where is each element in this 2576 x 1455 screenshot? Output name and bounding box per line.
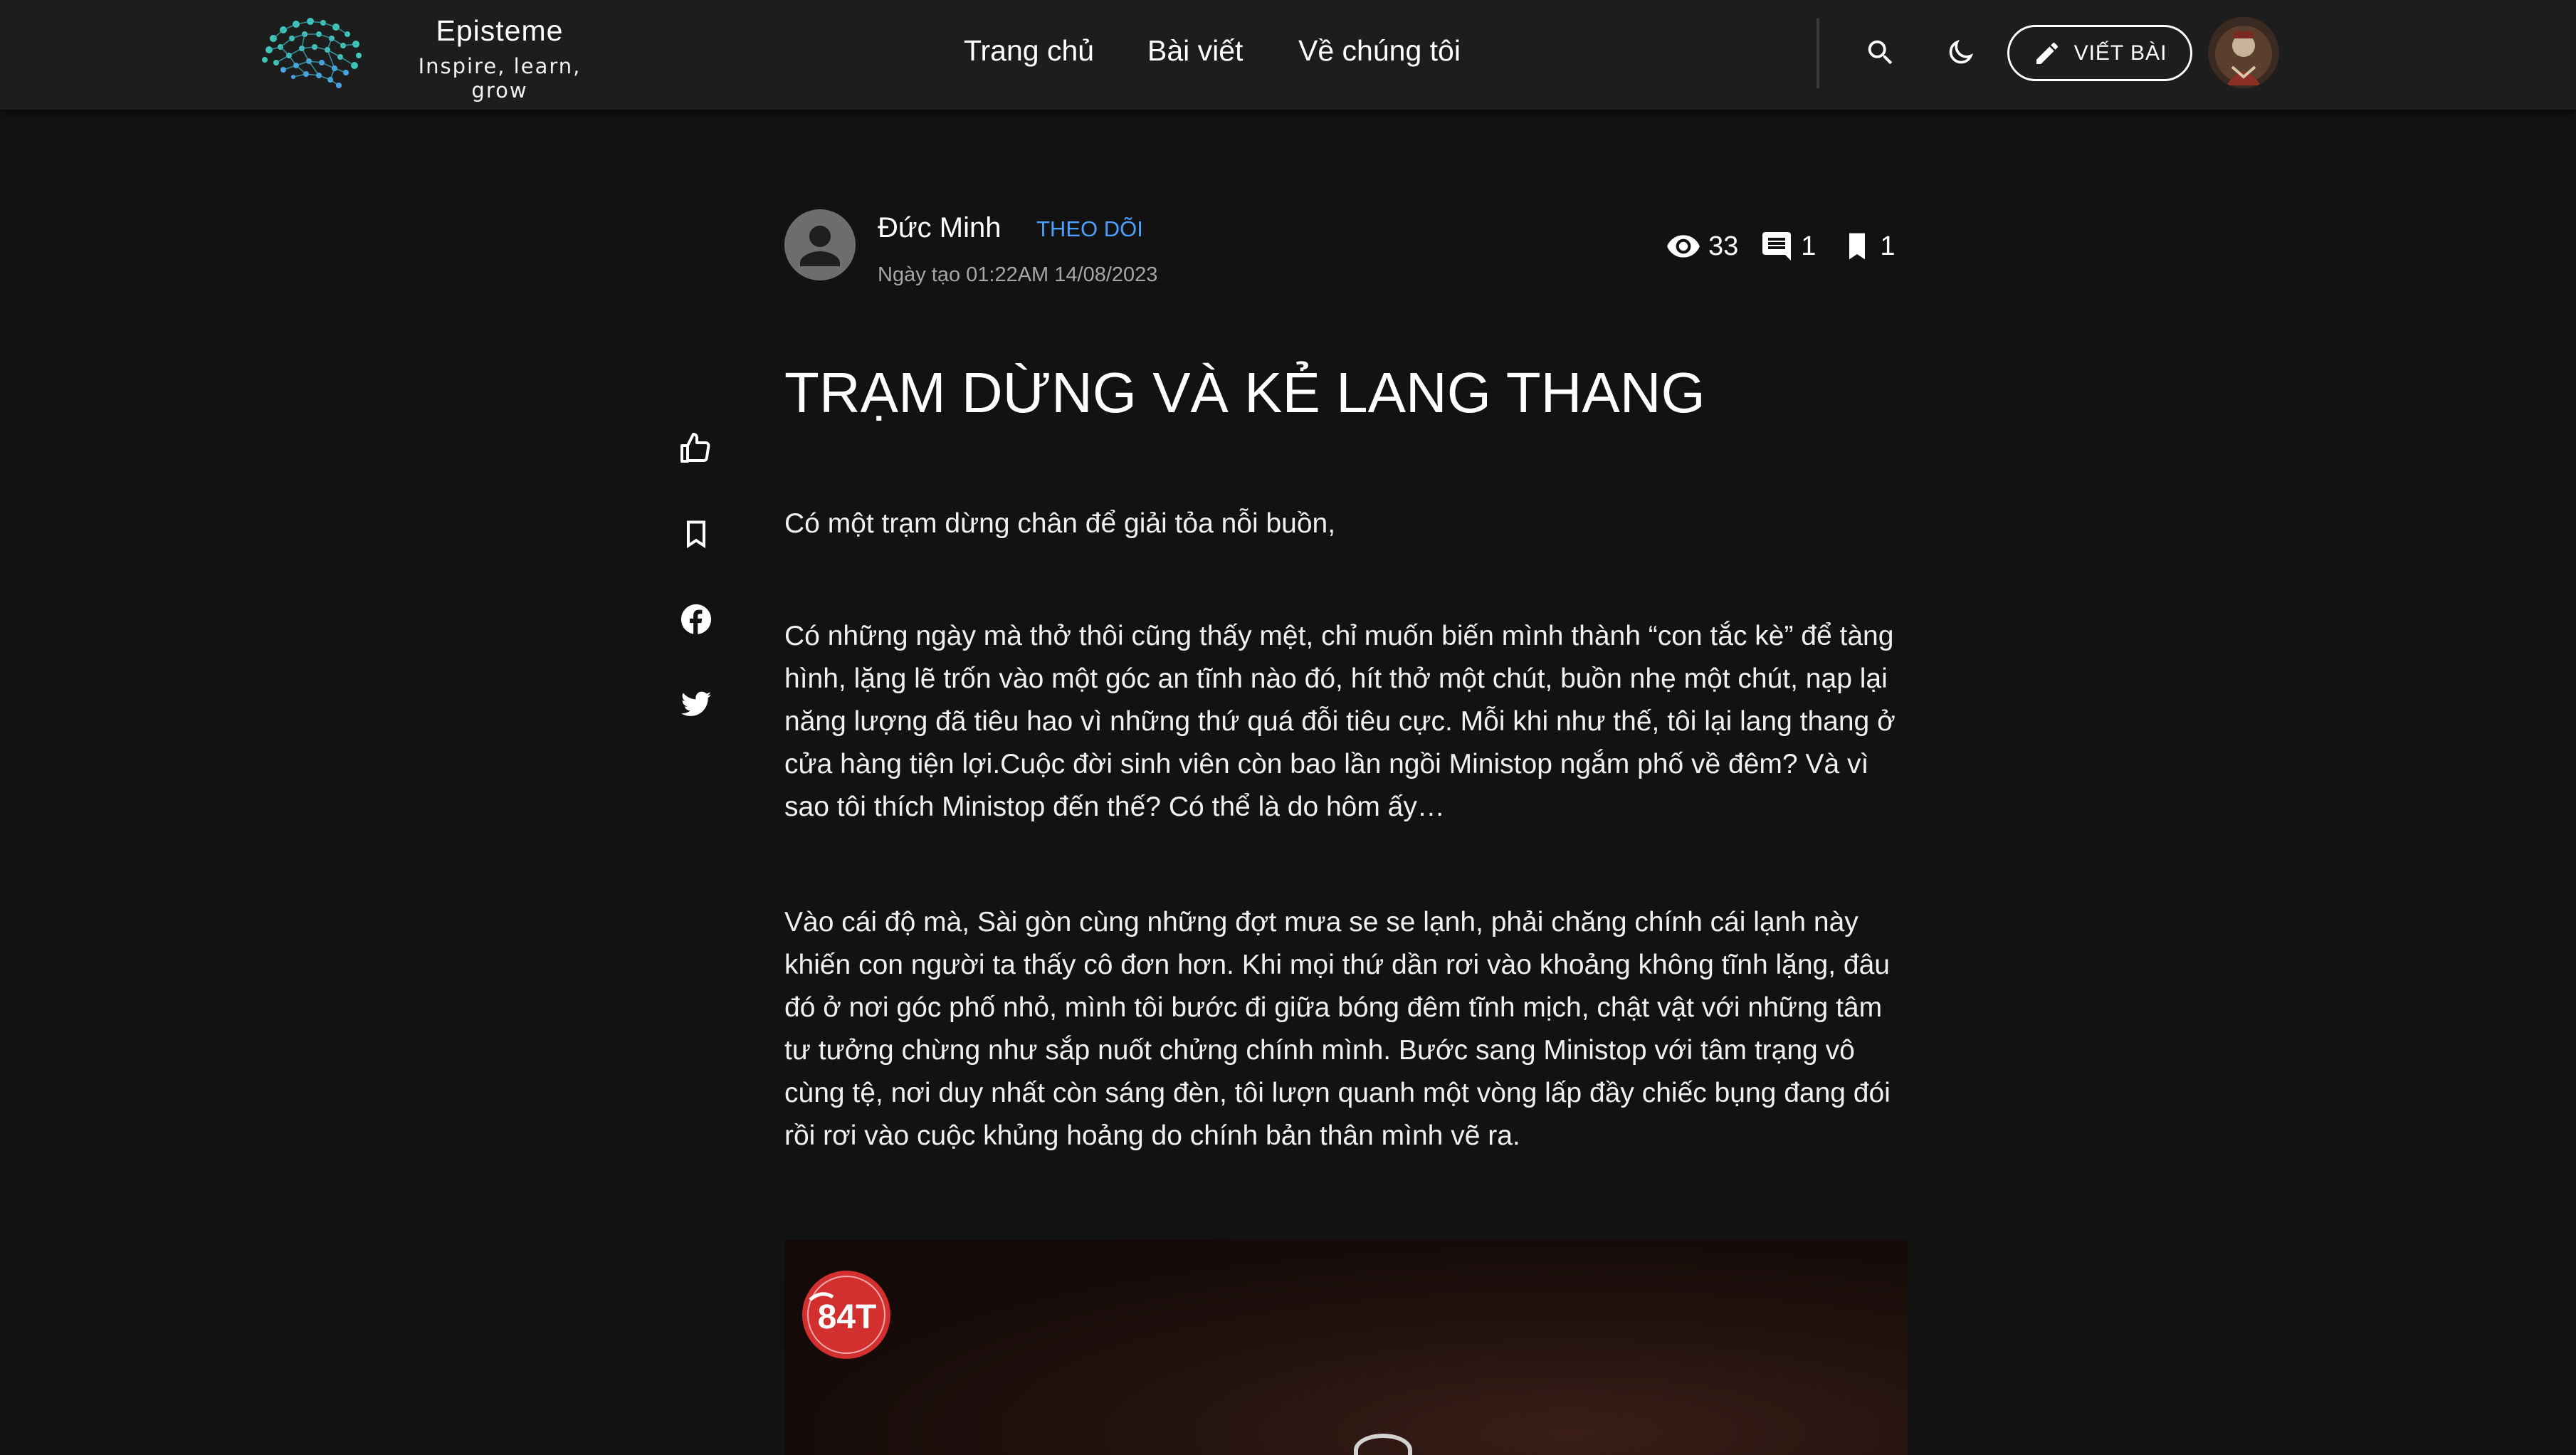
post-paragraph: Vào cái độ mà, Sài gòn cùng những đợt mư… — [784, 907, 1891, 1151]
comment-count[interactable]: 1 — [1760, 229, 1816, 263]
bookmark-count[interactable]: 1 — [1841, 231, 1896, 262]
nav-about[interactable]: Về chúng tôi — [1298, 34, 1461, 68]
image-watermark-logo: 84T — [800, 1268, 893, 1361]
user-avatar[interactable] — [2208, 17, 2279, 88]
pencil-icon — [2036, 42, 2058, 64]
nav-home[interactable]: Trang chủ — [964, 34, 1094, 68]
comment-count-value: 1 — [1801, 231, 1817, 261]
post-title: TRẠM DỪNG VÀ KẺ LANG THANG — [784, 361, 1705, 424]
nav-posts[interactable]: Bài viết — [1147, 34, 1243, 68]
bookmark-icon — [686, 520, 706, 549]
header-divider — [1817, 19, 1819, 88]
image-badge-text: 84T — [818, 1298, 877, 1336]
post-stats: 33 1 1 — [1666, 226, 1896, 266]
view-count: 33 — [1666, 229, 1738, 264]
write-post-label: VIẾT BÀI — [2073, 41, 2167, 65]
bookmark-filled-icon — [1849, 233, 1866, 260]
brain-logo-icon[interactable] — [255, 13, 367, 91]
comment-icon — [1762, 232, 1792, 261]
post-paragraph: Có những ngày mà thở thôi cũng thấy mệt,… — [784, 621, 1896, 822]
author-avatar[interactable] — [784, 209, 856, 280]
brand-name[interactable]: Episteme — [393, 14, 606, 48]
search-button[interactable] — [1852, 24, 1909, 81]
dark-mode-toggle[interactable] — [1932, 24, 1989, 81]
post-paragraph: Có một trạm dừng chân để giải tỏa nỗi bu… — [784, 508, 1336, 539]
person-icon — [800, 226, 840, 266]
thumbs-up-icon — [680, 433, 710, 463]
bookmark-button[interactable] — [669, 507, 723, 561]
search-icon — [1868, 40, 1893, 65]
post-created-date: Ngày tạo 01:22AM 14/08/2023 — [878, 263, 1158, 286]
share-twitter-button[interactable] — [669, 678, 723, 732]
write-post-button[interactable]: VIẾT BÀI — [2007, 25, 2192, 81]
author-name[interactable]: Đức Minh — [878, 212, 1001, 244]
like-button[interactable] — [669, 421, 723, 476]
twitter-icon — [680, 691, 712, 716]
view-count-value: 33 — [1708, 231, 1739, 261]
facebook-icon — [680, 604, 712, 635]
post-cover-image: 84T — [784, 1240, 1908, 1455]
image-light-shape — [1354, 1434, 1412, 1455]
share-facebook-button[interactable] — [669, 592, 723, 646]
follow-button[interactable]: THEO DÕI — [1036, 216, 1143, 242]
top-app-bar: Episteme Inspire, learn, grow Trang chủ … — [0, 0, 2576, 110]
eye-icon — [1667, 235, 1700, 258]
bookmark-count-value: 1 — [1880, 231, 1896, 261]
moon-icon — [1949, 39, 1974, 64]
brand-tagline: Inspire, learn, grow — [418, 54, 582, 103]
